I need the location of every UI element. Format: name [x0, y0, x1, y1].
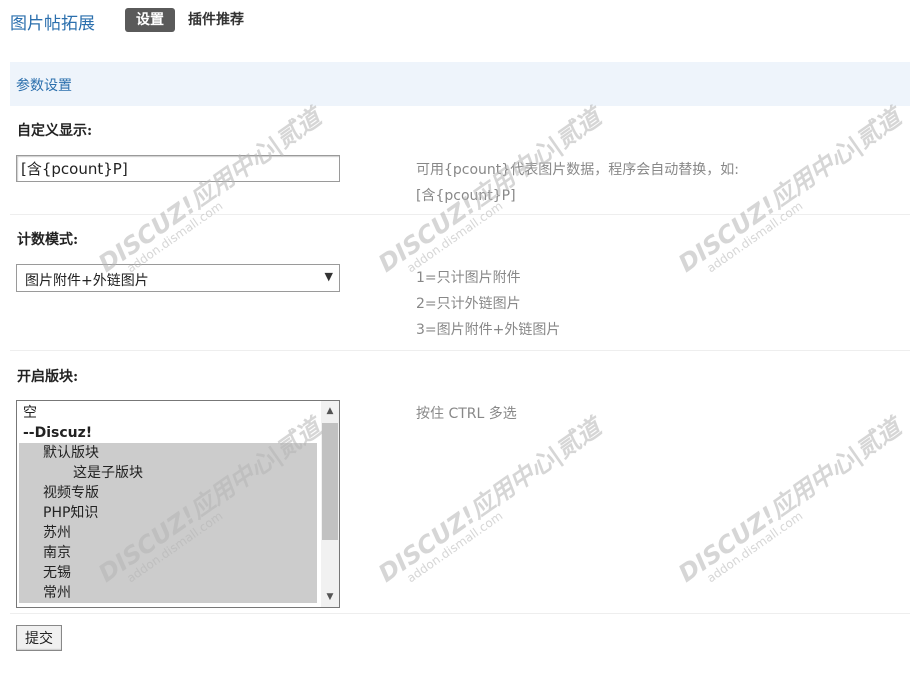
forum-option-group[interactable]: --Discuz!: [23, 423, 92, 443]
forums-tip: 按住 CTRL 多选: [416, 406, 517, 422]
dropdown-arrow-icon: ▼: [324, 270, 333, 283]
scrollbar-thumb[interactable]: [322, 423, 338, 540]
scroll-up-icon[interactable]: ▲: [321, 401, 339, 421]
forum-option[interactable]: 视频专版: [19, 483, 317, 503]
count-mode-tips: 1=只计图片附件 2=只计外链图片 3=图片附件+外链图片: [416, 265, 560, 343]
count-mode-tip-1: 1=只计图片附件: [416, 270, 521, 286]
watermark: DISCUZ!应用中心|贰道 addon.dismall.com: [373, 413, 607, 588]
count-mode-select[interactable]: 图片附件+外链图片 ▼: [16, 264, 340, 292]
custom-display-tip: 可用{pcount}代表图片数据，程序会自动替换，如: [含{pcount}P]: [416, 157, 739, 209]
submit-button[interactable]: 提交: [16, 625, 62, 651]
forum-option[interactable]: 南京: [19, 543, 317, 563]
row-divider: [10, 214, 910, 215]
custom-display-tip-line1: 可用{pcount}代表图片数据，程序会自动替换，如:: [416, 162, 739, 178]
forum-option[interactable]: PHP知识: [19, 503, 317, 523]
forum-option[interactable]: 默认版块: [19, 443, 317, 463]
scroll-down-icon[interactable]: ▼: [321, 587, 339, 607]
section-title: 参数设置: [16, 78, 72, 94]
row-divider: [10, 613, 910, 614]
custom-display-input[interactable]: [16, 155, 340, 182]
scrollbar[interactable]: ▲ ▼: [321, 401, 339, 607]
count-mode-tip-3: 3=图片附件+外链图片: [416, 322, 561, 338]
forums-label: 开启版块:: [17, 369, 79, 385]
tab-settings[interactable]: 设置: [125, 8, 175, 32]
row-divider: [10, 350, 910, 351]
watermark: DISCUZ!应用中心|贰道 addon.dismall.com: [93, 103, 327, 278]
forums-multiselect[interactable]: 空 --Discuz! 默认版块 这是子版块 视频专版 PHP知识 苏州 南京 …: [16, 400, 340, 608]
watermark: DISCUZ!应用中心|贰道 addon.dismall.com: [673, 413, 907, 588]
section-header: 参数设置: [10, 62, 910, 106]
custom-display-label: 自定义显示:: [17, 123, 93, 139]
count-mode-tip-2: 2=只计外链图片: [416, 296, 521, 312]
forum-option[interactable]: 空: [23, 403, 37, 423]
forum-option[interactable]: 常州: [19, 583, 317, 603]
count-mode-label: 计数模式:: [17, 232, 79, 248]
header: 图片帖拓展 设置 插件推荐: [0, 0, 910, 44]
plugin-title: 图片帖拓展: [10, 14, 95, 34]
count-mode-selected-value: 图片附件+外链图片: [25, 273, 149, 289]
forum-option[interactable]: 苏州: [19, 523, 317, 543]
custom-display-tip-line2: [含{pcount}P]: [416, 188, 516, 204]
forum-option[interactable]: 这是子版块: [19, 463, 317, 483]
forum-option[interactable]: 无锡: [19, 563, 317, 583]
tab-plugin-recommend[interactable]: 插件推荐: [188, 8, 244, 32]
